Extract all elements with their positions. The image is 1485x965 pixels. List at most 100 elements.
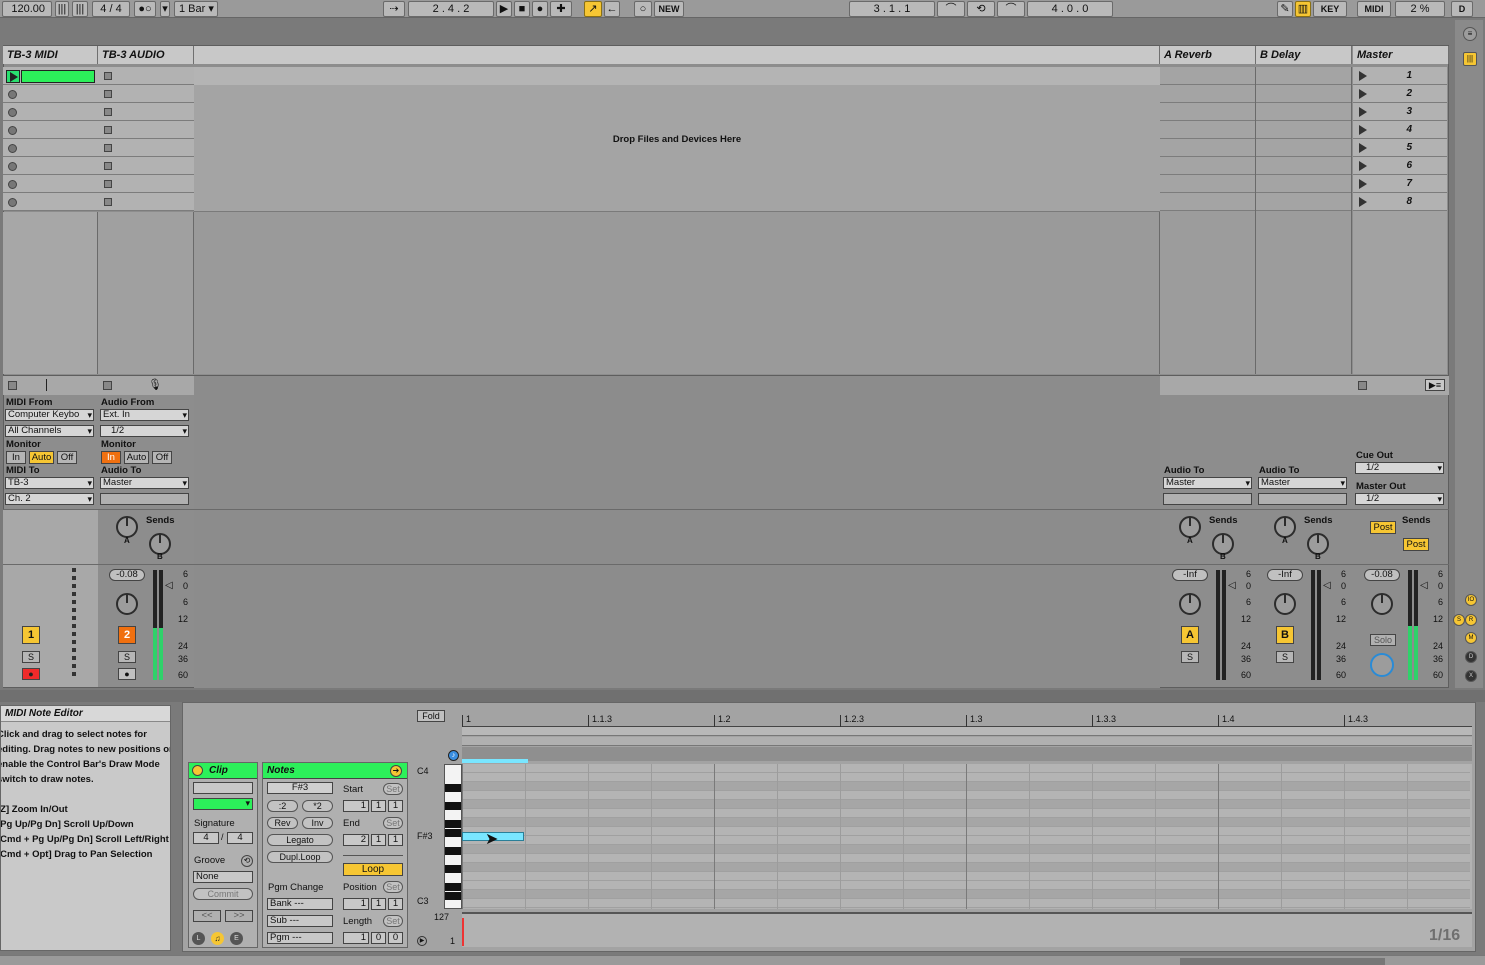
send-a-knob[interactable]	[1179, 516, 1201, 538]
volume-field[interactable]: -Inf	[1172, 569, 1208, 581]
timeline-ruler[interactable]	[462, 714, 1472, 727]
start-bar-field[interactable]: 1	[343, 800, 369, 812]
end-bar-field[interactable]: 2	[343, 834, 369, 846]
crossfader-toggle-icon[interactable]: X	[1465, 670, 1477, 682]
midi-to-select[interactable]: TB-3	[5, 477, 94, 489]
length-sixteenth-field[interactable]: 0	[388, 932, 403, 944]
end-beat-field[interactable]: 1	[371, 834, 386, 846]
clip-slot[interactable]	[3, 139, 98, 157]
send-a-knob[interactable]	[1274, 516, 1296, 538]
b-delay-sub-field[interactable]	[1258, 493, 1347, 505]
scene-play-icon[interactable]	[1359, 107, 1367, 117]
monitor-off-button[interactable]: Off	[152, 451, 172, 464]
solo-cue-button[interactable]: Solo	[1370, 634, 1396, 646]
program-field[interactable]: Pgm ---	[267, 932, 333, 944]
audio-to-sub-field[interactable]	[100, 493, 189, 505]
position-beat-field[interactable]: 1	[371, 898, 386, 910]
scene-launch[interactable]: 6	[1353, 157, 1447, 175]
legato-button[interactable]: Legato	[267, 834, 333, 846]
track-title-tb3-audio[interactable]: TB-3 AUDIO	[98, 46, 194, 64]
stop-slot-icon[interactable]	[104, 162, 112, 170]
black-key[interactable]	[445, 829, 461, 837]
commit-button[interactable]: Commit	[193, 888, 253, 900]
record-slot-icon[interactable]	[8, 108, 17, 117]
clip-slot[interactable]	[98, 121, 194, 139]
midi-from-select[interactable]: Computer Keybo	[5, 409, 94, 421]
browser-toggle-icon[interactable]: ≡	[1463, 27, 1477, 41]
clip-name-field[interactable]	[193, 782, 253, 794]
clip-activator-icon[interactable]	[192, 765, 203, 776]
monitor-auto-button[interactable]: Auto	[29, 451, 54, 464]
monitor-in-button[interactable]: In	[6, 451, 26, 464]
monitor-in-button[interactable]: In	[101, 451, 121, 464]
record-button-icon[interactable]: ●	[532, 1, 548, 17]
pan-knob[interactable]	[1371, 593, 1393, 615]
track-title-a-reverb[interactable]: A Reverb	[1160, 46, 1256, 64]
velocity-play-icon[interactable]: ▶	[417, 936, 427, 946]
fader-arrow-icon[interactable]: ◁	[1420, 580, 1428, 591]
master-out-select[interactable]: 1/2	[1355, 493, 1444, 505]
clip-slot[interactable]	[3, 85, 98, 103]
sub-bank-field[interactable]: Sub ---	[267, 915, 333, 927]
scene-launch[interactable]: 4	[1353, 121, 1447, 139]
track-title-master[interactable]: Master	[1353, 46, 1449, 64]
clip-slot[interactable]	[3, 175, 98, 193]
clip-slot[interactable]	[3, 121, 98, 139]
stop-slot-icon[interactable]	[104, 198, 112, 206]
pan-knob[interactable]	[1179, 593, 1201, 615]
scene-launch[interactable]: 8	[1353, 193, 1447, 211]
scene-launch[interactable]: 7	[1353, 175, 1447, 193]
metronome-toggle-icon[interactable]: ●○	[134, 1, 156, 17]
transpose-field[interactable]: F#3	[267, 782, 333, 794]
preview-icon[interactable]: ♪	[448, 750, 459, 761]
clip-slot[interactable]	[98, 175, 194, 193]
black-key[interactable]	[445, 892, 461, 900]
stop-all-button-icon[interactable]: ▶≡	[1425, 379, 1445, 391]
track-activator-2[interactable]: 2	[118, 626, 136, 644]
end-set-button[interactable]: Set	[383, 817, 403, 829]
scene-play-icon[interactable]	[1359, 89, 1367, 99]
scene-launch[interactable]: 5	[1353, 139, 1447, 157]
clip-play-icon[interactable]	[6, 70, 20, 83]
key-map-button[interactable]: KEY	[1313, 1, 1347, 17]
tap-tempo-icon[interactable]: |||	[55, 1, 69, 17]
stop-slot-icon[interactable]	[104, 72, 112, 80]
scene-launch[interactable]: 3	[1353, 103, 1447, 121]
clip-slot[interactable]	[98, 67, 194, 85]
solo-button[interactable]: S	[118, 651, 136, 663]
scene-play-icon[interactable]	[1359, 71, 1367, 81]
drop-zone[interactable]: Drop Files and Devices Here	[194, 67, 1160, 374]
arm-button-icon[interactable]: ●	[22, 668, 40, 680]
mixer-toggle-icon[interactable]: M	[1465, 632, 1477, 644]
stop-slot-icon[interactable]	[104, 144, 112, 152]
position-bar-field[interactable]: 1	[343, 898, 369, 910]
piano-keyboard[interactable]	[444, 764, 462, 909]
track-title-b-delay[interactable]: B Delay	[1256, 46, 1352, 64]
returns-toggle-icon[interactable]: R	[1465, 614, 1477, 626]
scene-play-icon[interactable]	[1359, 125, 1367, 135]
signature-denominator[interactable]: 4	[227, 832, 253, 844]
loop-button[interactable]: Loop	[343, 863, 403, 876]
black-key[interactable]	[445, 847, 461, 855]
follow-icon[interactable]: ⇢	[383, 1, 405, 17]
groove-select[interactable]: None	[193, 871, 253, 883]
fader-arrow-icon[interactable]: ◁	[1228, 580, 1236, 591]
record-slot-icon[interactable]	[8, 126, 17, 135]
black-key[interactable]	[445, 820, 461, 828]
solo-button[interactable]: S	[22, 651, 40, 663]
solo-button[interactable]: S	[1276, 651, 1294, 663]
stop-audio-icon[interactable]	[103, 381, 112, 390]
black-key[interactable]	[445, 784, 461, 792]
signature-numerator[interactable]: 4	[193, 832, 219, 844]
punch-out-icon[interactable]: ⌒	[997, 1, 1025, 17]
microphone-icon[interactable]: 🎙	[148, 378, 162, 391]
send-a-knob[interactable]	[116, 516, 138, 538]
clip-color-select[interactable]: ▾	[193, 798, 253, 810]
midi-channel-select[interactable]: All Channels	[5, 425, 94, 437]
end-sixteenth-field[interactable]: 1	[388, 834, 403, 846]
velocity-bar[interactable]	[462, 918, 464, 946]
session-record-icon[interactable]: ○	[634, 1, 652, 17]
clip-slot[interactable]	[3, 157, 98, 175]
clip-tb3-midi[interactable]	[21, 70, 95, 83]
stop-all-midi-icon[interactable]	[8, 381, 17, 390]
